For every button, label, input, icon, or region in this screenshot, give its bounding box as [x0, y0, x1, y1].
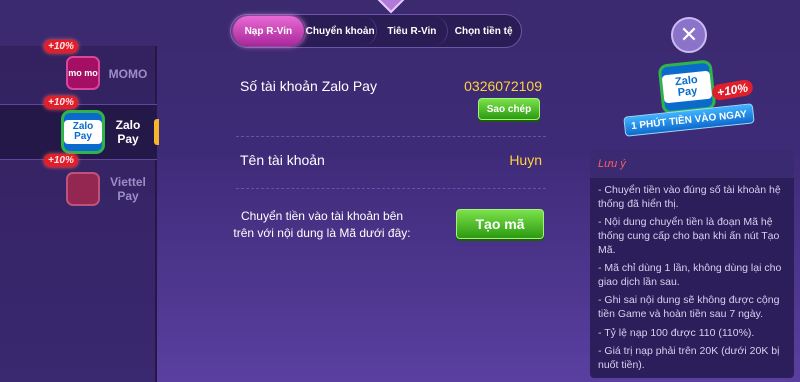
divider: [236, 188, 546, 189]
promo-logo-text: Zalo Pay: [661, 70, 713, 104]
account-number-label: Số tài khoản Zalo Pay: [240, 78, 377, 94]
sidebar-item-momo[interactable]: +10% mo mo MOMO: [0, 40, 157, 102]
bonus-badge: +10%: [44, 40, 78, 53]
momo-logo-text: mo mo: [68, 67, 98, 78]
close-button[interactable]: ✕: [671, 17, 707, 53]
account-name-label: Tên tài khoản: [240, 152, 325, 168]
notes-title: Lưu ý: [590, 150, 794, 178]
note-item: - Giá trị nạp phải trên 20K (dưới 20K bị…: [598, 345, 780, 372]
zalopay-promo-badge: Zalo Pay +10% 1 PHÚT TIỀN VÀO NGAY: [620, 59, 760, 142]
sidebar-item-label: MOMO: [108, 67, 148, 81]
sidebar-item-label: Zalo Pay: [115, 118, 141, 146]
account-number-value: 0326072109: [464, 78, 542, 94]
note-item: - Ghi sai nội dung sẽ không được cộng ti…: [598, 294, 780, 321]
generate-code-button[interactable]: Tạo mã: [456, 209, 544, 239]
top-ornament: [372, 0, 410, 14]
sidebar-item-zalopay[interactable]: +10% Zalo Pay Zalo Pay: [0, 96, 159, 160]
account-name-value: Huyn: [509, 152, 542, 168]
close-icon: ✕: [679, 22, 699, 47]
tab-chuyen-khoan[interactable]: Chuyển khoản: [305, 16, 377, 46]
sidebar-item-viettelpay[interactable]: +10% Viettel Pay: [0, 154, 157, 218]
note-item: - Chuyển tiền vào đúng số tài khoản hệ t…: [598, 184, 781, 210]
note-item: - Mã chỉ dùng 1 lần, không dùng lại cho …: [598, 262, 782, 288]
bonus-badge: +10%: [44, 154, 78, 167]
zalopay-logo-text: Zalo Pay: [64, 120, 102, 144]
transfer-instruction: Chuyển tiền vào tài khoản bên trên với n…: [233, 209, 411, 240]
notes-list: - Chuyển tiền vào đúng số tài khoản hệ t…: [590, 178, 794, 378]
payment-method-sidebar: +10% mo mo MOMO +10% Zalo Pay Zalo Pay +…: [0, 40, 159, 382]
bonus-badge: +10%: [44, 96, 78, 109]
momo-logo-icon: mo mo: [66, 56, 100, 90]
note-item: - Tỷ lệ nạp 100 được 110 (110%).: [598, 326, 755, 339]
tab-bar: Nạp R-Vin Chuyển khoản Tiêu R-Vin Chọn t…: [230, 14, 522, 48]
notes-panel: Lưu ý - Chuyển tiền vào đúng số tài khoả…: [590, 150, 794, 378]
copy-button[interactable]: Sao chép: [478, 98, 540, 120]
promo-bonus-badge: +10%: [710, 78, 755, 102]
tab-tieu-rvin[interactable]: Tiêu R-Vin: [377, 16, 449, 46]
tab-nap-rvin[interactable]: Nạp R-Vin: [233, 16, 305, 46]
tab-chon-tien-te[interactable]: Chọn tiền tệ: [448, 16, 519, 46]
note-item: - Nội dung chuyển tiền là đoạn Mã hệ thố…: [598, 216, 780, 256]
viettelpay-logo-icon: [66, 172, 100, 206]
sidebar-item-label: Viettel Pay: [110, 175, 146, 203]
zalopay-logo-icon: Zalo Pay: [657, 59, 717, 115]
divider: [236, 136, 546, 137]
zalopay-logo-icon: Zalo Pay: [61, 110, 105, 154]
